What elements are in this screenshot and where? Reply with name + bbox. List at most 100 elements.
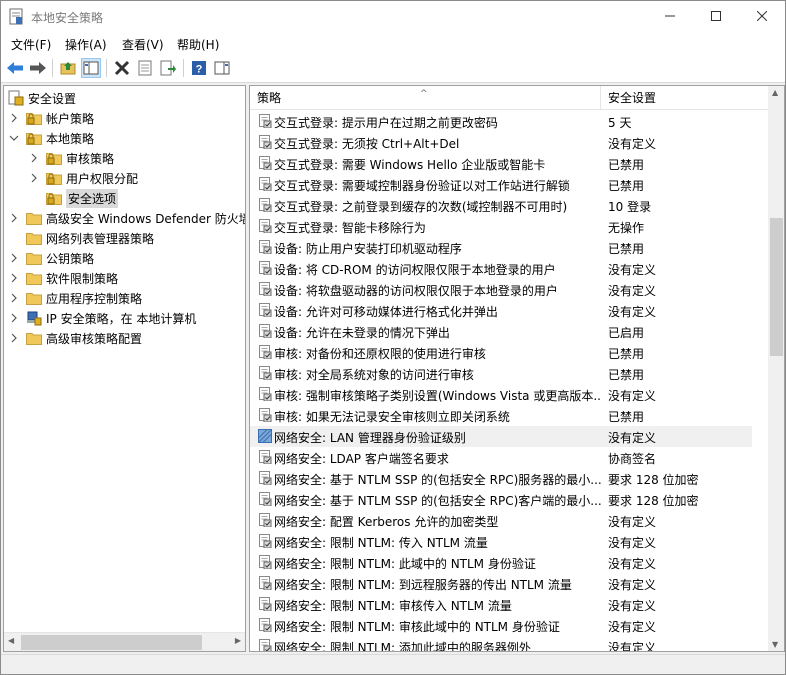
expand-chevron-icon[interactable] xyxy=(8,213,20,223)
menu-help[interactable]: 帮助(H) xyxy=(177,36,219,53)
column-header-policy[interactable]: 策略 ^ xyxy=(250,86,601,110)
policy-setting-value: 没有定义 xyxy=(608,305,657,319)
back-icon xyxy=(7,62,23,74)
tree-item-2[interactable]: 本地策略 xyxy=(8,128,94,148)
forward-button[interactable] xyxy=(28,58,48,78)
policy-row[interactable]: 交互式登录: 之前登录到缓存的次数(域控制器不可用时) 10 登录 xyxy=(250,195,752,216)
policy-setting-icon xyxy=(258,240,272,255)
scroll-right-arrow-icon[interactable]: ▶ xyxy=(235,636,241,645)
tree-item-8[interactable]: 公钥策略 xyxy=(8,248,94,268)
policy-setting-icon xyxy=(258,534,272,549)
expand-chevron-icon[interactable] xyxy=(8,313,20,323)
expand-chevron-icon[interactable] xyxy=(8,273,20,283)
tree-item-6[interactable]: 高级安全 Windows Defender 防火墙 xyxy=(8,208,246,228)
help-button[interactable]: ? xyxy=(189,58,209,78)
policy-setting-icon xyxy=(258,366,272,381)
forward-icon xyxy=(30,62,46,74)
tree-item-label: 公钥策略 xyxy=(46,251,95,266)
policy-setting-value: 已禁用 xyxy=(608,410,645,424)
horizontal-scrollbar[interactable]: ◀ ▶ xyxy=(4,632,245,651)
tree-item-9[interactable]: 软件限制策略 xyxy=(8,268,118,288)
tree-item-11[interactable]: IP 安全策略，在 本地计算机 xyxy=(8,308,196,328)
policy-setting-icon xyxy=(258,324,272,339)
show-tree-icon xyxy=(83,61,99,75)
policy-row[interactable]: 设备: 防止用户安装打印机驱动程序 已禁用 xyxy=(250,237,752,258)
minimize-icon xyxy=(665,15,675,17)
policy-row[interactable]: 网络安全: 配置 Kerberos 允许的加密类型 没有定义 xyxy=(250,510,752,531)
column-setting-label: 安全设置 xyxy=(608,91,657,105)
policy-row[interactable]: 网络安全: 基于 NTLM SSP 的(包括安全 RPC)服务器的最小... 要求… xyxy=(250,468,752,489)
policy-row[interactable]: 审核: 对全局系统对象的访问进行审核 已禁用 xyxy=(250,363,752,384)
policy-row[interactable]: 交互式登录: 智能卡移除行为 无操作 xyxy=(250,216,752,237)
policy-row[interactable]: 设备: 允许对可移动媒体进行格式化并弹出 没有定义 xyxy=(250,300,752,321)
tree-item-5[interactable]: 安全选项 xyxy=(28,188,119,208)
vertical-scrollbar[interactable]: ▲ ▼ xyxy=(768,86,784,651)
policy-row[interactable]: 网络安全: 基于 NTLM SSP 的(包括安全 RPC)客户端的最小... 要求… xyxy=(250,489,752,510)
policy-row[interactable]: 交互式登录: 无须按 Ctrl+Alt+Del 没有定义 xyxy=(250,132,752,153)
policy-row[interactable]: 审核: 如果无法记录安全审核则立即关闭系统 已禁用 xyxy=(250,405,752,426)
column-header-setting[interactable]: 安全设置 xyxy=(601,86,751,110)
policy-name: 网络安全: 限制 NTLM: 此域中的 NTLM 身份验证 xyxy=(274,557,536,571)
horizontal-scroll-thumb[interactable] xyxy=(21,635,202,650)
menu-view[interactable]: 查看(V) xyxy=(122,36,164,53)
close-button[interactable] xyxy=(739,1,785,31)
locked-folder-icon xyxy=(26,130,42,146)
policy-setting-value: 没有定义 xyxy=(608,515,657,529)
policy-row[interactable]: 网络安全: 限制 NTLM: 审核此域中的 NTLM 身份验证 没有定义 xyxy=(250,615,752,636)
window-title: 本地安全策略 xyxy=(31,11,104,25)
policy-row[interactable]: 网络安全: 限制 NTLM: 此域中的 NTLM 身份验证 没有定义 xyxy=(250,552,752,573)
policy-row[interactable]: 审核: 强制审核策略子类别设置(Windows Vista 或更高版本... 没有… xyxy=(250,384,752,405)
show-hide-tree-button[interactable] xyxy=(81,58,101,78)
policy-row[interactable]: 网络安全: 限制 NTLM: 到远程服务器的传出 NTLM 流量 没有定义 xyxy=(250,573,752,594)
policy-setting-value: 无操作 xyxy=(608,221,645,235)
vertical-scroll-thumb[interactable] xyxy=(770,218,783,356)
tree-item-label: 高级安全 Windows Defender 防火墙 xyxy=(46,211,246,226)
tree-item-10[interactable]: 应用程序控制策略 xyxy=(8,288,142,308)
policy-row[interactable]: 设备: 将软盘驱动器的访问权限仅限于本地登录的用户 没有定义 xyxy=(250,279,752,300)
expand-chevron-icon[interactable] xyxy=(28,153,40,163)
policy-row[interactable]: 网络安全: 限制 NTLM: 传入 NTLM 流量 没有定义 xyxy=(250,531,752,552)
policy-row[interactable]: 网络安全: 限制 NTLM: 添加此域中的服务器例外 没有定义 xyxy=(250,636,752,651)
tree-item-0[interactable]: 安全设置 xyxy=(8,88,76,108)
expand-chevron-icon[interactable] xyxy=(8,113,20,123)
policy-row[interactable]: 网络安全: LAN 管理器身份验证级别 没有定义 xyxy=(250,426,752,447)
properties-button[interactable] xyxy=(135,58,155,78)
policy-row[interactable]: 审核: 对备份和还原权限的使用进行审核 已禁用 xyxy=(250,342,752,363)
tree-item-3[interactable]: 审核策略 xyxy=(28,148,114,168)
expand-chevron-icon[interactable] xyxy=(8,253,20,263)
menu-file[interactable]: 文件(F) xyxy=(11,36,51,53)
tree-item-1[interactable]: 帐户策略 xyxy=(8,108,94,128)
up-one-level-button[interactable] xyxy=(58,58,78,78)
show-action-pane-button[interactable] xyxy=(212,58,232,78)
policy-row[interactable]: 网络安全: LDAP 客户端签名要求 协商签名 xyxy=(250,447,752,468)
policy-row[interactable]: 网络安全: 限制 NTLM: 审核传入 NTLM 流量 没有定义 xyxy=(250,594,752,615)
policy-list-pane: 策略 ^ 安全设置 交互式登录: 提示用户在过期之前更改密码 5 天交互式登录: … xyxy=(249,85,785,652)
expand-chevron-icon[interactable] xyxy=(8,333,20,343)
policy-setting-icon xyxy=(258,114,272,129)
policy-row[interactable]: 交互式登录: 需要域控制器身份验证以对工作站进行解锁 已禁用 xyxy=(250,174,752,195)
back-button[interactable] xyxy=(5,58,25,78)
menu-action[interactable]: 操作(A) xyxy=(65,36,107,53)
scroll-down-arrow-icon[interactable]: ▼ xyxy=(772,640,778,649)
collapse-chevron-icon[interactable] xyxy=(8,134,20,142)
tree-item-7[interactable]: 网络列表管理器策略 xyxy=(8,228,154,248)
policy-row[interactable]: 设备: 将 CD-ROM 的访问权限仅限于本地登录的用户 没有定义 xyxy=(250,258,752,279)
tree-item-12[interactable]: 高级审核策略配置 xyxy=(8,328,142,348)
scroll-up-arrow-icon[interactable]: ▲ xyxy=(772,88,778,97)
tree-item-4[interactable]: 用户权限分配 xyxy=(28,168,138,188)
toolbar-separator xyxy=(106,59,107,77)
delete-button[interactable] xyxy=(112,58,132,78)
policy-row[interactable]: 设备: 允许在未登录的情况下弹出 已启用 xyxy=(250,321,752,342)
minimize-button[interactable] xyxy=(647,1,693,31)
expand-chevron-icon[interactable] xyxy=(28,173,40,183)
policy-row[interactable]: 交互式登录: 提示用户在过期之前更改密码 5 天 xyxy=(250,111,752,132)
policy-setting-value: 已禁用 xyxy=(608,368,645,382)
policy-setting-value: 已禁用 xyxy=(608,179,645,193)
maximize-button[interactable] xyxy=(693,1,739,31)
policy-row[interactable]: 交互式登录: 需要 Windows Hello 企业版或智能卡 已禁用 xyxy=(250,153,752,174)
policy-setting-icon xyxy=(258,576,272,591)
export-list-button[interactable] xyxy=(158,58,178,78)
scroll-left-arrow-icon[interactable]: ◀ xyxy=(8,636,14,645)
expand-chevron-icon[interactable] xyxy=(8,293,20,303)
policy-name: 网络安全: 限制 NTLM: 到远程服务器的传出 NTLM 流量 xyxy=(274,578,572,592)
